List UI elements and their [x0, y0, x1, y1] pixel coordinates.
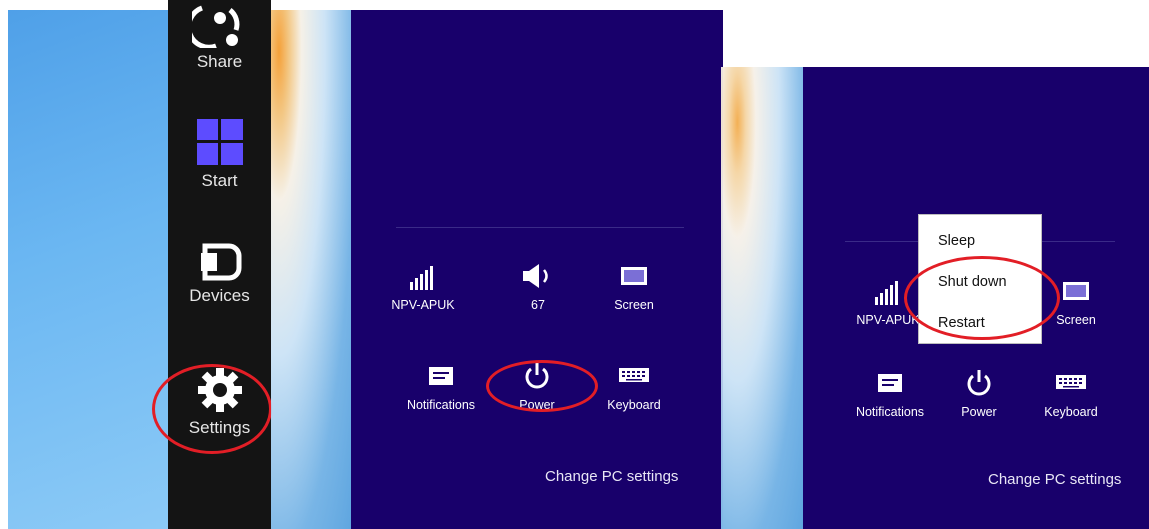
share-icon	[191, 5, 239, 48]
keyboard-label: Keyboard	[607, 398, 661, 412]
settings-highlight-ring	[152, 364, 272, 454]
notifications-icon	[878, 374, 902, 392]
devices-icon	[200, 243, 241, 281]
sleep-option[interactable]: Sleep	[938, 233, 975, 249]
power-label-2: Power	[961, 405, 997, 419]
start-charm[interactable]: Start	[168, 117, 271, 191]
screen-icon	[621, 267, 647, 285]
devices-charm[interactable]: Devices	[168, 242, 271, 306]
notifications-tile-2[interactable]: Notifications	[845, 369, 935, 419]
power-icon	[967, 370, 991, 396]
pane-divider	[396, 227, 684, 228]
flower-wallpaper-edge	[271, 10, 351, 529]
keyboard-icon	[1056, 375, 1086, 389]
power-tile-2[interactable]: Power	[934, 369, 1024, 419]
desktop-background	[8, 10, 168, 529]
shutdown-highlight-ring	[904, 256, 1060, 340]
share-charm[interactable]: Share	[168, 0, 271, 72]
flower-wallpaper-edge-2	[721, 67, 803, 529]
wifi-signal-icon	[875, 281, 898, 305]
change-pc-settings-link[interactable]: Change PC settings	[545, 468, 678, 485]
share-label: Share	[196, 52, 243, 71]
start-label: Start	[201, 171, 238, 190]
screen-tile[interactable]: Screen	[589, 262, 679, 312]
wifi-signal-icon	[410, 266, 433, 290]
notifications-label-2: Notifications	[855, 405, 925, 419]
network-label: NPV-APUK	[391, 298, 455, 312]
devices-label: Devices	[189, 286, 250, 305]
keyboard-icon	[619, 368, 649, 382]
keyboard-tile-2[interactable]: Keyboard	[1026, 369, 1116, 419]
notifications-icon	[429, 367, 453, 385]
windows-logo-icon	[196, 119, 243, 165]
notifications-tile[interactable]: Notifications	[396, 362, 486, 412]
volume-tile[interactable]: 67	[493, 262, 583, 312]
network-tile[interactable]: NPV-APUK	[378, 262, 468, 312]
screen-label-2: Screen	[1056, 313, 1096, 327]
volume-label: 67	[531, 298, 545, 312]
keyboard-tile[interactable]: Keyboard	[589, 362, 679, 412]
screen-label: Screen	[614, 298, 654, 312]
notifications-label: Notifications	[406, 398, 476, 412]
power-highlight-ring	[486, 360, 598, 412]
speaker-icon	[523, 264, 548, 288]
keyboard-label-2: Keyboard	[1044, 405, 1098, 419]
change-pc-settings-link-2[interactable]: Change PC settings	[988, 471, 1121, 488]
screen-icon	[1063, 282, 1089, 300]
settings-pane: NPV-APUK 67 Screen Notifications Power K…	[351, 10, 723, 529]
